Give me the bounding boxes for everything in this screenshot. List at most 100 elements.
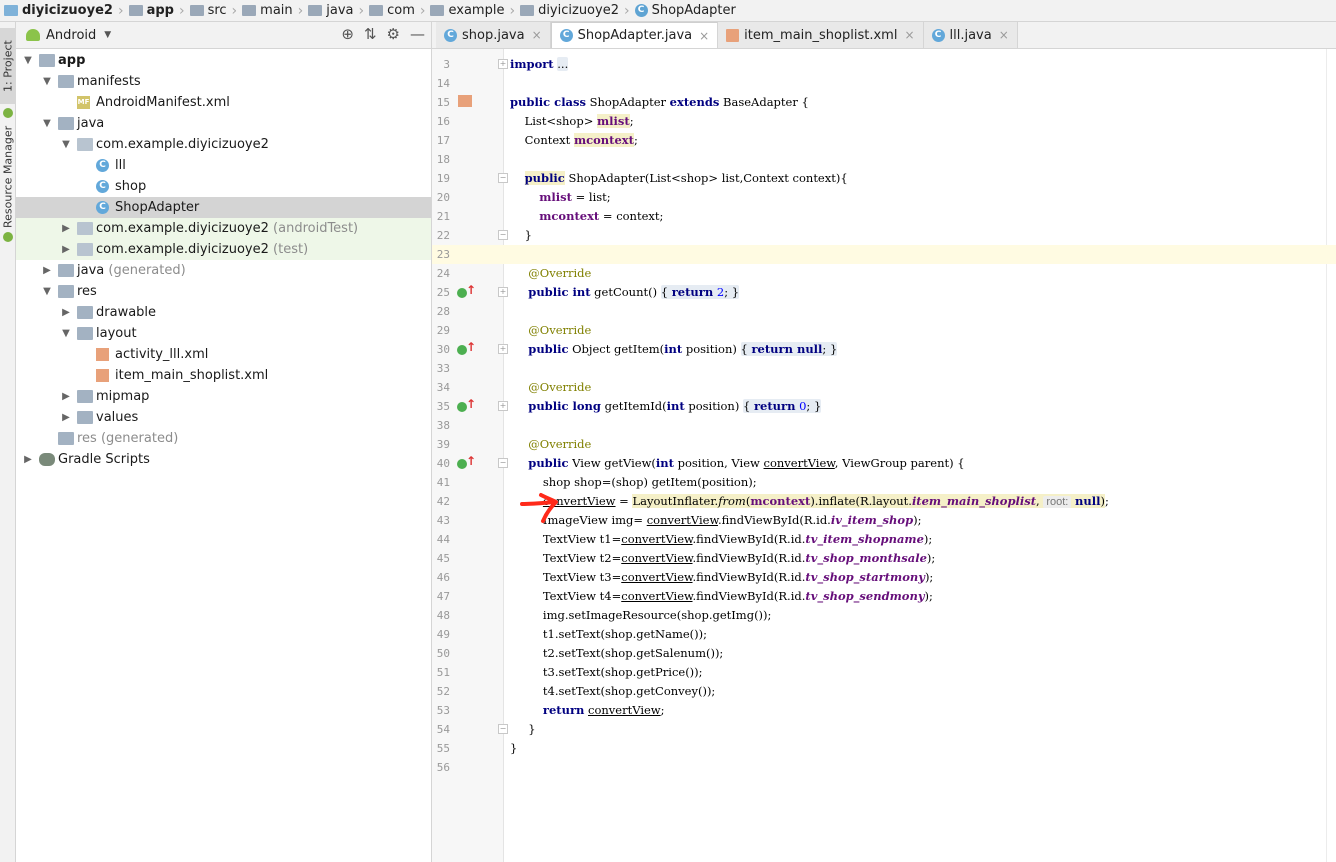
chevron-right-icon[interactable]: ▶	[41, 265, 53, 276]
chevron-down-icon[interactable]: ▼	[60, 328, 72, 339]
tree-item-activity-lll-xml[interactable]: activity_lll.xml	[16, 344, 431, 365]
code-line[interactable]: 18	[432, 150, 1336, 169]
code-line[interactable]: 51 t3.setText(shop.getPrice());	[432, 663, 1336, 682]
code-line[interactable]: 23	[432, 245, 1336, 264]
collapse-fold-icon[interactable]: −	[498, 173, 508, 183]
code-line[interactable]: 3 + import ...	[432, 55, 1336, 74]
code-line[interactable]: 46 TextView t3=convertView.findViewById(…	[432, 568, 1336, 587]
chevron-right-icon[interactable]: ▶	[60, 391, 72, 402]
chevron-down-icon[interactable]: ▼	[60, 139, 72, 150]
close-icon[interactable]: ×	[699, 29, 709, 43]
tree-item-manifests[interactable]: ▼ manifests	[16, 71, 431, 92]
tree-item-res[interactable]: ▼ res	[16, 281, 431, 302]
chevron-down-icon[interactable]: ▼	[22, 55, 34, 66]
go-to-super-method-icon[interactable]: ↑	[466, 454, 476, 468]
chevron-right-icon[interactable]: ▶	[60, 412, 72, 423]
tab-shop-java[interactable]: Cshop.java ×	[436, 22, 551, 48]
chevron-down-icon[interactable]: ▼	[41, 76, 53, 87]
breadcrumb-item[interactable]: src ›	[189, 0, 243, 21]
chevron-right-icon[interactable]: ▶	[60, 244, 72, 255]
close-icon[interactable]: ×	[999, 28, 1009, 42]
go-to-super-method-icon[interactable]: ↑	[466, 340, 476, 354]
tree-item-shop[interactable]: Cshop	[16, 176, 431, 197]
code-line[interactable]: 16 List<shop> mlist;	[432, 112, 1336, 131]
chevron-down-icon[interactable]: ▼	[41, 118, 53, 129]
code-line[interactable]: 22 − }	[432, 226, 1336, 245]
tree-item-drawable[interactable]: ▶ drawable	[16, 302, 431, 323]
breadcrumb-item[interactable]: main ›	[242, 0, 308, 21]
code-line[interactable]: 50 t2.setText(shop.getSalenum());	[432, 644, 1336, 663]
tree-item-java[interactable]: ▼ java	[16, 113, 431, 134]
breadcrumb-item[interactable]: com ›	[369, 0, 430, 21]
collapse-fold-icon[interactable]: −	[498, 724, 508, 734]
tree-item-res[interactable]: res (generated)	[16, 428, 431, 449]
expand-fold-icon[interactable]: +	[498, 59, 508, 69]
resource-manager-tool-button[interactable]: Resource Manager	[0, 122, 16, 232]
code-line[interactable]: 42 convertView = LayoutInflater.from(mco…	[432, 492, 1336, 511]
expand-fold-icon[interactable]: +	[498, 401, 508, 411]
tree-item-lll[interactable]: Clll	[16, 155, 431, 176]
breadcrumb-item[interactable]: C ShopAdapter	[634, 0, 736, 21]
code-line[interactable]: 44 TextView t1=convertView.findViewById(…	[432, 530, 1336, 549]
breadcrumb-item[interactable]: diyicizuoye2 ›	[520, 0, 635, 21]
tab-item-main-shoplist-xml[interactable]: item_main_shoplist.xml ×	[718, 22, 924, 48]
code-line[interactable]: 29 @Override	[432, 321, 1336, 340]
tree-item-mipmap[interactable]: ▶ mipmap	[16, 386, 431, 407]
breadcrumb-item[interactable]: app ›	[128, 0, 190, 21]
code-line[interactable]: 47 TextView t4=convertView.findViewById(…	[432, 587, 1336, 606]
code-line[interactable]: 43 ImageView img= convertView.findViewBy…	[432, 511, 1336, 530]
tree-item-gradle-scripts[interactable]: ▶ Gradle Scripts	[16, 449, 431, 470]
code-line[interactable]: 33	[432, 359, 1336, 378]
related-layout-xml-icon[interactable]	[458, 95, 472, 107]
collapse-all-icon[interactable]: ⇅	[364, 25, 377, 43]
code-line[interactable]: 38	[432, 416, 1336, 435]
collapse-fold-icon[interactable]: −	[498, 230, 508, 240]
project-tool-button[interactable]: 1: Project	[0, 28, 16, 104]
go-to-super-method-icon[interactable]: ↑	[466, 283, 476, 297]
tab-shopadapter-java[interactable]: C ShopAdapter.java ×	[550, 22, 719, 48]
code-line[interactable]: 20 mlist = list;	[432, 188, 1336, 207]
code-line[interactable]: 52 t4.setText(shop.getConvey());	[432, 682, 1336, 701]
tree-item-layout[interactable]: ▼ layout	[16, 323, 431, 344]
tree-item-item-main-shoplist-xml[interactable]: item_main_shoplist.xml	[16, 365, 431, 386]
code-editor[interactable]: 3 + import ... 14 15 public class ShopAdapter…	[432, 49, 1336, 862]
code-line[interactable]: 55}	[432, 739, 1336, 758]
tree-item-shopadapter[interactable]: C ShopAdapter	[16, 197, 431, 218]
code-line[interactable]: 24 @Override	[432, 264, 1336, 283]
code-line[interactable]: 21 mcontext = context;	[432, 207, 1336, 226]
collapse-fold-icon[interactable]: −	[498, 458, 508, 468]
code-line[interactable]: 54 − }	[432, 720, 1336, 739]
chevron-down-icon[interactable]: ▼	[41, 286, 53, 297]
tree-item-com-example-diyicizuoye2[interactable]: ▼ com.example.diyicizuoye2	[16, 134, 431, 155]
expand-fold-icon[interactable]: +	[498, 344, 508, 354]
tree-item-androidmanifest-xml[interactable]: MF AndroidManifest.xml	[16, 92, 431, 113]
breadcrumb-item[interactable]: java ›	[308, 0, 369, 21]
code-line[interactable]: 49 t1.setText(shop.getName());	[432, 625, 1336, 644]
code-line[interactable]: 41 shop shop=(shop) getItem(position);	[432, 473, 1336, 492]
breadcrumb-item[interactable]: diyicizuoye2 ›	[4, 0, 129, 21]
code-line[interactable]: 48 img.setImageResource(shop.getImg());	[432, 606, 1336, 625]
code-line[interactable]: 15 public class ShopAdapter extends BaseA…	[432, 93, 1336, 112]
tree-item-values[interactable]: ▶ values	[16, 407, 431, 428]
tree-item-com-example-diyicizuoye2[interactable]: ▶ com.example.diyicizuoye2 (test)	[16, 239, 431, 260]
gear-icon[interactable]: ⚙	[387, 25, 400, 43]
code-line[interactable]: 40 ↑ − public View getView(int position, V…	[432, 454, 1336, 473]
code-line[interactable]: 34 @Override	[432, 378, 1336, 397]
code-line[interactable]: 19 − public ShopAdapter(List<shop> list,C…	[432, 169, 1336, 188]
code-line[interactable]: 28	[432, 302, 1336, 321]
close-icon[interactable]: ×	[532, 28, 542, 42]
code-line[interactable]: 39 @Override	[432, 435, 1336, 454]
breadcrumb-item[interactable]: example ›	[430, 0, 520, 21]
code-line[interactable]: 25 ↑ + public int getCount() { return 2; }	[432, 283, 1336, 302]
tree-item-app[interactable]: ▼ app	[16, 50, 431, 71]
expand-fold-icon[interactable]: +	[498, 287, 508, 297]
code-line[interactable]: 45 TextView t2=convertView.findViewById(…	[432, 549, 1336, 568]
chevron-right-icon[interactable]: ▶	[60, 223, 72, 234]
chevron-down-icon[interactable]: ▼	[104, 30, 111, 40]
code-line[interactable]: 14	[432, 74, 1336, 93]
tree-item-com-example-diyicizuoye2[interactable]: ▶ com.example.diyicizuoye2 (androidTest)	[16, 218, 431, 239]
code-line[interactable]: 35 ↑ + public long getItemId(int position)…	[432, 397, 1336, 416]
view-mode-selector[interactable]: Android	[46, 28, 96, 43]
tab-lll-java[interactable]: Clll.java ×	[923, 22, 1018, 48]
hide-panel-icon[interactable]: —	[410, 25, 425, 43]
